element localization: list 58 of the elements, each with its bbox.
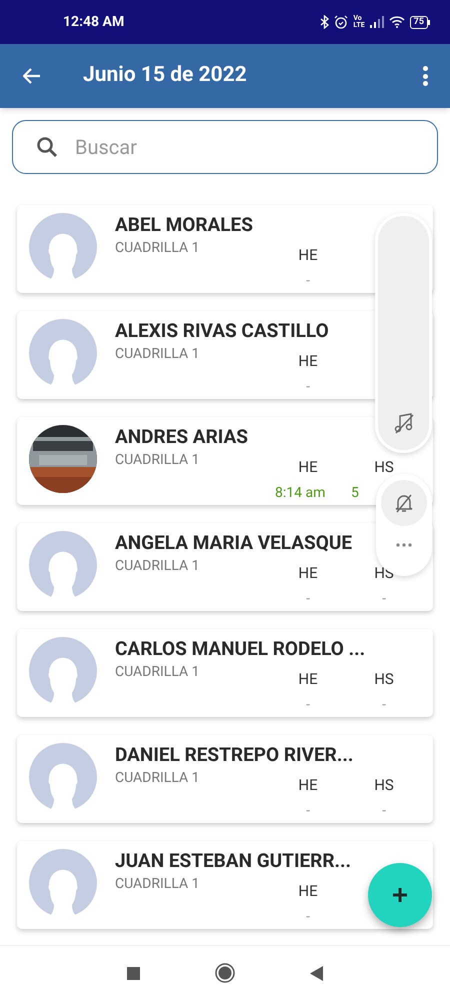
time-value: - [382, 696, 386, 714]
time-value: - [306, 908, 310, 926]
bluetooth-icon [320, 15, 330, 29]
worker-card[interactable]: ANDRES ARIAS CUADRILLA 1 HE 8:14 am HS 5 [17, 417, 433, 505]
worker-name: JUAN ESTEBAN GUTIERR... [115, 850, 352, 872]
more-menu-icon[interactable] [422, 66, 428, 86]
bell-off-button[interactable] [381, 480, 427, 526]
time-value: - [382, 590, 386, 608]
back-icon[interactable] [310, 966, 323, 980]
recent-apps-icon[interactable] [127, 966, 140, 980]
crew-label: CUADRILLA 1 [115, 451, 200, 470]
plus-icon [391, 886, 409, 904]
column-label: HE [298, 457, 318, 478]
crew-label: CUADRILLA 1 [115, 345, 200, 364]
worker-card[interactable]: CARLOS MANUEL RODELO ... CUADRILLA 1 HE - HS - [17, 629, 433, 717]
time-value: - [306, 590, 310, 608]
time-value: 8:14 am [275, 484, 326, 502]
music-off-icon[interactable] [394, 412, 414, 434]
crew-label: CUADRILLA 1 [115, 239, 200, 258]
status-time: 12:48 AM [63, 12, 124, 32]
column-label: HS [374, 669, 394, 690]
battery-icon: 75 [410, 16, 430, 28]
worker-name: ANGELA MARIA VELASQUE [115, 532, 352, 554]
worker-name: DANIEL RESTREPO RIVER... [115, 744, 354, 766]
column-label: HE [298, 351, 318, 372]
worker-name: ANDRES ARIAS [115, 426, 248, 448]
worker-name: ALEXIS RIVAS CASTILLO [115, 320, 329, 342]
time-value: - [306, 802, 310, 820]
column-label: HE [298, 775, 318, 796]
crew-label: CUADRILLA 1 [115, 875, 200, 894]
back-button[interactable] [22, 66, 42, 86]
column-label: HS [374, 457, 394, 478]
time-value: - [306, 378, 310, 396]
crew-label: CUADRILLA 1 [115, 557, 200, 576]
crew-label: CUADRILLA 1 [115, 769, 200, 788]
worker-name: ABEL MORALES [115, 214, 253, 236]
alarm-icon [334, 15, 348, 29]
column-label: HE [298, 881, 318, 902]
time-value: - [306, 696, 310, 714]
more-icon[interactable] [396, 543, 412, 547]
time-value: - [306, 272, 310, 290]
search-field[interactable]: Buscar [12, 120, 438, 174]
column-label: HE [298, 245, 318, 266]
crew-label: CUADRILLA 1 [115, 663, 200, 682]
signal-icon [370, 16, 384, 28]
time-value: - [382, 802, 386, 820]
worker-card[interactable]: DANIEL RESTREPO RIVER... CUADRILLA 1 HE - HS - [17, 735, 433, 823]
search-icon [36, 136, 58, 158]
bell-off-icon [395, 493, 413, 513]
column-label: HE [298, 669, 318, 690]
app-bar-title: Junio 15 de 2022 [83, 62, 248, 90]
column-label: HS [374, 775, 394, 796]
home-icon[interactable] [215, 963, 235, 983]
wifi-icon [388, 16, 405, 28]
time-value: 5 [351, 484, 359, 502]
column-label: HE [298, 563, 318, 584]
worker-name: CARLOS MANUEL RODELO ... [115, 638, 366, 660]
worker-card[interactable]: JUAN ESTEBAN GUTIERR... CUADRILLA 1 HE - [17, 841, 433, 929]
